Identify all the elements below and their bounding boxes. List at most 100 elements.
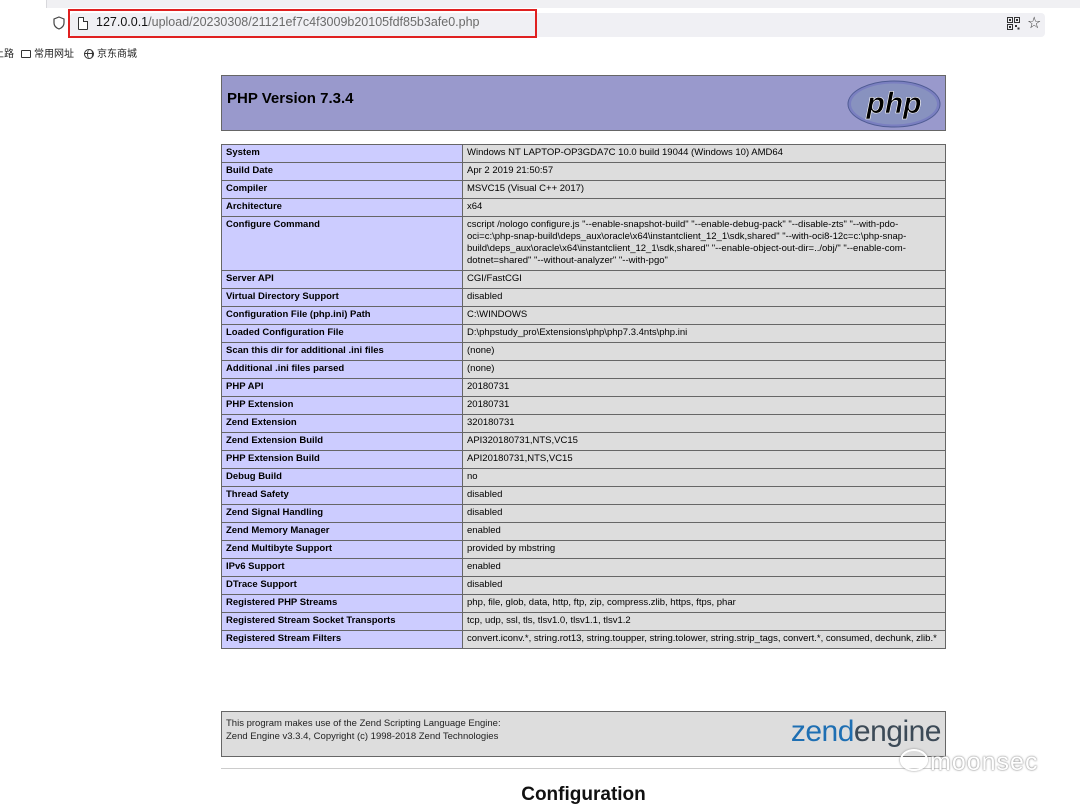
row-value: disabled: [462, 288, 946, 307]
tab[interactable]: [0, 0, 47, 8]
table-row: Compiler MSVC15 (Visual C++ 2017): [221, 180, 946, 199]
row-key: PHP API: [221, 378, 463, 397]
row-value: convert.iconv.*, string.rot13, string.to…: [462, 630, 946, 649]
zend-text-line-1: This program makes use of the Zend Scrip…: [226, 718, 501, 729]
row-value: C:\WINDOWS: [462, 306, 946, 325]
table-row: Registered Stream Filters convert.iconv.*…: [221, 630, 946, 649]
row-key: Architecture: [221, 198, 463, 217]
table-row: Server API CGI/FastCGI: [221, 270, 946, 289]
row-key: Build Date: [221, 162, 463, 181]
bookmark-item-1[interactable]: 常用网址: [21, 45, 74, 60]
php-logo-icon[interactable]: php: [847, 80, 941, 128]
zend-box: This program makes use of the Zend Scrip…: [221, 711, 946, 757]
row-value: disabled: [462, 504, 946, 523]
row-value: API320180731,NTS,VC15: [462, 432, 946, 451]
row-value: x64: [462, 198, 946, 217]
php-logo-text: php: [866, 87, 922, 120]
zend-engine-logo[interactable]: zendengine: [790, 715, 942, 749]
row-key: Debug Build: [221, 468, 463, 487]
row-value: 320180731: [462, 414, 946, 433]
table-row: Registered PHP Streams php, file, glob, d…: [221, 594, 946, 613]
globe-icon: [84, 49, 94, 59]
table-row: Configuration File (php.ini) Path C:\WIND…: [221, 306, 946, 325]
row-key: Thread Safety: [221, 486, 463, 505]
bookmark-item-2[interactable]: 京东商城: [84, 45, 137, 60]
page-title: PHP Version 7.3.4: [227, 90, 354, 107]
row-value: D:\phpstudy_pro\Extensions\php\php7.3.4n…: [462, 324, 946, 343]
table-row: Registered Stream Socket Transports tcp, …: [221, 612, 946, 631]
bookmark-label: 常用网址: [34, 49, 74, 60]
row-key: PHP Extension Build: [221, 450, 463, 469]
qr-code-icon[interactable]: [1007, 17, 1020, 30]
row-key: Additional .ini files parsed: [221, 360, 463, 379]
row-key: Server API: [221, 270, 463, 289]
table-row: Zend Extension Build API320180731,NTS,VC1…: [221, 432, 946, 451]
table-row: PHP Extension 20180731: [221, 396, 946, 415]
row-key: Registered PHP Streams: [221, 594, 463, 613]
row-value: CGI/FastCGI: [462, 270, 946, 289]
row-value: (none): [462, 342, 946, 361]
bookmark-label: 上路: [0, 49, 14, 60]
row-key: Zend Memory Manager: [221, 522, 463, 541]
row-key: Zend Multibyte Support: [221, 540, 463, 559]
bookmark-label: 京东商城: [97, 49, 137, 60]
row-value: MSVC15 (Visual C++ 2017): [462, 180, 946, 199]
table-row: Scan this dir for additional .ini files(…: [221, 342, 946, 361]
bookmark-item-0[interactable]: 上路: [0, 45, 14, 60]
row-key: Configure Command: [221, 216, 463, 271]
info-table: System Windows NT LAPTOP-OP3GDA7C 10.0 bu…: [221, 144, 946, 649]
folder-icon: [21, 50, 31, 58]
table-row: PHP Extension Build API20180731,NTS,VC15: [221, 450, 946, 469]
row-value: disabled: [462, 486, 946, 505]
table-row: Zend Extension 320180731: [221, 414, 946, 433]
row-key: Configuration File (php.ini) Path: [221, 306, 463, 325]
row-value: enabled: [462, 558, 946, 577]
table-row: Zend Signal Handling disabled: [221, 504, 946, 523]
engine-logo-word: engine: [853, 715, 942, 748]
row-value: Apr 2 2019 21:50:57: [462, 162, 946, 181]
wechat-icon: [900, 749, 928, 771]
row-value: 20180731: [462, 396, 946, 415]
row-value: Windows NT LAPTOP-OP3GDA7C 10.0 build 19…: [462, 144, 946, 163]
table-row: PHP API 20180731: [221, 378, 946, 397]
row-key: Zend Signal Handling: [221, 504, 463, 523]
table-row: Configure Command cscript /nologo configu…: [221, 216, 946, 271]
row-value: API20180731,NTS,VC15: [462, 450, 946, 469]
shield-icon[interactable]: [53, 16, 65, 30]
row-key: IPv6 Support: [221, 558, 463, 577]
row-key: Zend Extension Build: [221, 432, 463, 451]
divider: [221, 768, 946, 769]
row-value: cscript /nologo configure.js "--enable-s…: [462, 216, 946, 271]
php-header: PHP Version 7.3.4 php: [221, 75, 946, 131]
bookmark-star-icon[interactable]: ☆: [1027, 13, 1041, 32]
row-value: (none): [462, 360, 946, 379]
row-value: tcp, udp, ssl, tls, tlsv1.0, tlsv1.1, tl…: [462, 612, 946, 631]
table-row: Build Date Apr 2 2019 21:50:57: [221, 162, 946, 181]
table-row: Virtual Directory Support disabled: [221, 288, 946, 307]
row-key: Registered Stream Filters: [221, 630, 463, 649]
bookmarks-bar: 上路 常用网址 京东商城: [0, 42, 1080, 60]
table-row: Debug Build no: [221, 468, 946, 487]
row-key: Scan this dir for additional .ini files: [221, 342, 463, 361]
phpinfo-page: PHP Version 7.3.4 php System Windows NT L…: [221, 75, 946, 805]
row-value: no: [462, 468, 946, 487]
row-key: Zend Extension: [221, 414, 463, 433]
row-key: DTrace Support: [221, 576, 463, 595]
row-value: 20180731: [462, 378, 946, 397]
zend-text-line-2: Zend Engine v3.3.4, Copyright (c) 1998-2…: [226, 731, 499, 742]
row-key: Registered Stream Socket Transports: [221, 612, 463, 631]
section-heading: Configuration: [521, 784, 646, 805]
table-row: Additional .ini files parsed (none): [221, 360, 946, 379]
row-key: Compiler: [221, 180, 463, 199]
table-row: Zend Multibyte Support provided by mbstri…: [221, 540, 946, 559]
row-key: Loaded Configuration File: [221, 324, 463, 343]
table-row: Thread Safety disabled: [221, 486, 946, 505]
table-row: DTrace Support disabled: [221, 576, 946, 595]
zend-logo-word: zend: [790, 715, 855, 748]
row-value: enabled: [462, 522, 946, 541]
row-value: provided by mbstring: [462, 540, 946, 559]
row-key: System: [221, 144, 463, 163]
watermark: moonsec: [900, 748, 1038, 777]
tab-strip: [0, 0, 1080, 8]
row-key: Virtual Directory Support: [221, 288, 463, 307]
